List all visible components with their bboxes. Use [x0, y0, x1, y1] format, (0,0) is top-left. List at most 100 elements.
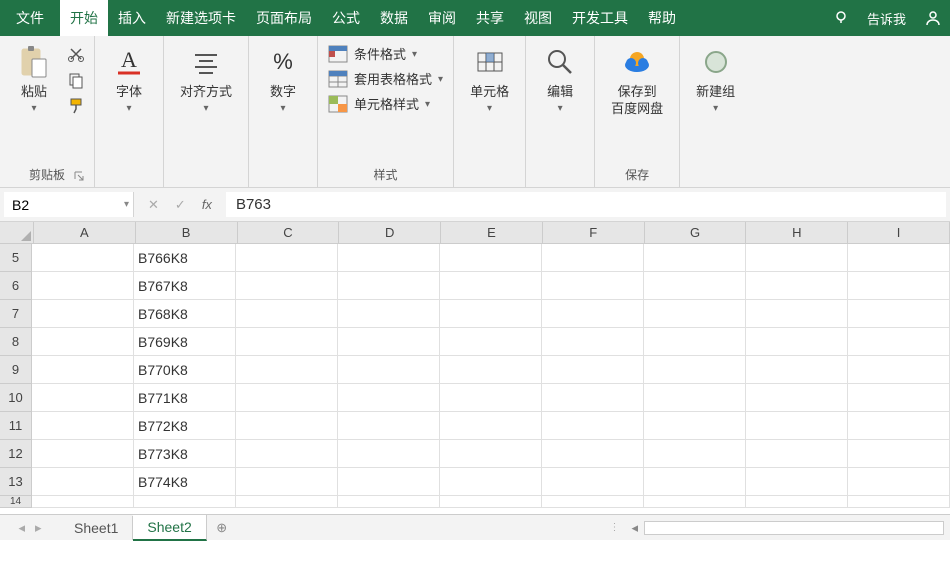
cell[interactable] — [32, 300, 134, 327]
cell[interactable] — [440, 272, 542, 299]
cell[interactable] — [32, 356, 134, 383]
cells-button[interactable]: 单元格 ▾ — [462, 40, 517, 118]
col-header[interactable]: D — [339, 222, 441, 243]
sheet-tab-2[interactable]: Sheet2 — [133, 515, 206, 541]
cell[interactable] — [440, 244, 542, 271]
cell[interactable] — [440, 412, 542, 439]
row-header[interactable]: 12 — [0, 440, 32, 468]
cell[interactable] — [236, 300, 338, 327]
name-box-input[interactable] — [12, 197, 125, 213]
menu-home[interactable]: 开始 — [60, 0, 108, 36]
cell[interactable] — [338, 496, 440, 507]
cell[interactable]: B772K8 — [134, 412, 236, 439]
cell[interactable] — [746, 384, 848, 411]
cell[interactable] — [848, 356, 950, 383]
cell[interactable]: B766K8 — [134, 244, 236, 271]
cell[interactable] — [542, 356, 644, 383]
cell[interactable] — [338, 468, 440, 495]
cell[interactable] — [746, 356, 848, 383]
table-format-button[interactable]: 套用表格格式 ▾ — [328, 69, 443, 88]
cut-icon[interactable] — [66, 44, 86, 64]
scroll-left-icon[interactable]: ◂ — [631, 520, 638, 536]
cell[interactable] — [848, 496, 950, 507]
row-header[interactable]: 5 — [0, 244, 32, 272]
cell[interactable] — [644, 356, 746, 383]
cell[interactable] — [542, 272, 644, 299]
cell[interactable] — [644, 272, 746, 299]
tell-me-input[interactable]: 告诉我 — [857, 9, 916, 28]
cell[interactable] — [746, 272, 848, 299]
cell[interactable] — [236, 356, 338, 383]
dialog-launcher-icon[interactable] — [74, 171, 86, 183]
cell[interactable] — [746, 440, 848, 467]
row-header[interactable]: 9 — [0, 356, 32, 384]
select-all-corner[interactable] — [0, 222, 34, 243]
col-header[interactable]: I — [848, 222, 950, 243]
cell[interactable] — [746, 496, 848, 507]
cell[interactable] — [746, 328, 848, 355]
row-header[interactable]: 6 — [0, 272, 32, 300]
cell[interactable] — [32, 412, 134, 439]
cells-area[interactable]: B766K8B767K8B768K8B769K8B770K8B771K8B772… — [32, 244, 950, 508]
row-header[interactable]: 10 — [0, 384, 32, 412]
cell[interactable] — [236, 272, 338, 299]
conditional-format-button[interactable]: 条件格式 ▾ — [328, 44, 443, 63]
cell[interactable] — [32, 244, 134, 271]
cancel-icon[interactable]: ✕ — [148, 197, 159, 213]
cell[interactable]: B769K8 — [134, 328, 236, 355]
cell[interactable] — [32, 272, 134, 299]
menu-help[interactable]: 帮助 — [638, 0, 686, 36]
newgroup-button[interactable]: 新建组 ▾ — [688, 40, 743, 118]
cell[interactable]: B771K8 — [134, 384, 236, 411]
col-header[interactable]: G — [645, 222, 747, 243]
accept-icon[interactable]: ✓ — [175, 197, 186, 213]
menu-share[interactable]: 共享 — [466, 0, 514, 36]
cell[interactable] — [338, 356, 440, 383]
cell[interactable] — [440, 440, 542, 467]
menu-review[interactable]: 审阅 — [418, 0, 466, 36]
cell[interactable]: B774K8 — [134, 468, 236, 495]
cell[interactable] — [746, 244, 848, 271]
cell[interactable] — [848, 328, 950, 355]
paste-button[interactable]: 粘贴 ▾ — [8, 40, 60, 118]
row-header[interactable]: 14 — [0, 496, 32, 508]
menu-view[interactable]: 视图 — [514, 0, 562, 36]
menu-data[interactable]: 数据 — [370, 0, 418, 36]
row-header[interactable]: 11 — [0, 412, 32, 440]
cell[interactable] — [746, 412, 848, 439]
cell[interactable] — [746, 300, 848, 327]
copy-icon[interactable] — [66, 70, 86, 90]
number-button[interactable]: % 数字 ▾ — [257, 40, 309, 118]
cell[interactable] — [32, 440, 134, 467]
cell[interactable] — [338, 300, 440, 327]
cell[interactable] — [236, 384, 338, 411]
chevron-down-icon[interactable]: ▾ — [124, 199, 129, 210]
cell[interactable] — [440, 328, 542, 355]
name-box[interactable]: ▾ — [4, 192, 134, 217]
cell[interactable] — [644, 412, 746, 439]
font-button[interactable]: A 字体 ▾ — [103, 40, 155, 118]
cell[interactable] — [236, 496, 338, 507]
cell[interactable] — [338, 328, 440, 355]
cell[interactable] — [338, 412, 440, 439]
cell[interactable] — [440, 300, 542, 327]
person-icon[interactable] — [916, 9, 950, 27]
cell-styles-button[interactable]: 单元格样式 ▾ — [328, 94, 443, 113]
cell[interactable] — [236, 328, 338, 355]
col-header[interactable]: H — [746, 222, 848, 243]
menu-formulas[interactable]: 公式 — [322, 0, 370, 36]
formula-input[interactable]: B763 — [226, 192, 946, 217]
menu-page-layout[interactable]: 页面布局 — [246, 0, 322, 36]
cell[interactable] — [644, 384, 746, 411]
cell[interactable] — [134, 496, 236, 507]
new-sheet-button[interactable]: ⊕ — [207, 520, 237, 536]
cell[interactable] — [542, 412, 644, 439]
alignment-button[interactable]: 对齐方式 ▾ — [172, 40, 240, 118]
cell[interactable] — [338, 244, 440, 271]
sheet-tab-1[interactable]: Sheet1 — [60, 516, 133, 540]
save-cloud-button[interactable]: 保存到 百度网盘 — [603, 40, 671, 122]
cell[interactable] — [32, 496, 134, 507]
cell[interactable] — [236, 244, 338, 271]
cell[interactable] — [542, 244, 644, 271]
cell[interactable] — [542, 468, 644, 495]
